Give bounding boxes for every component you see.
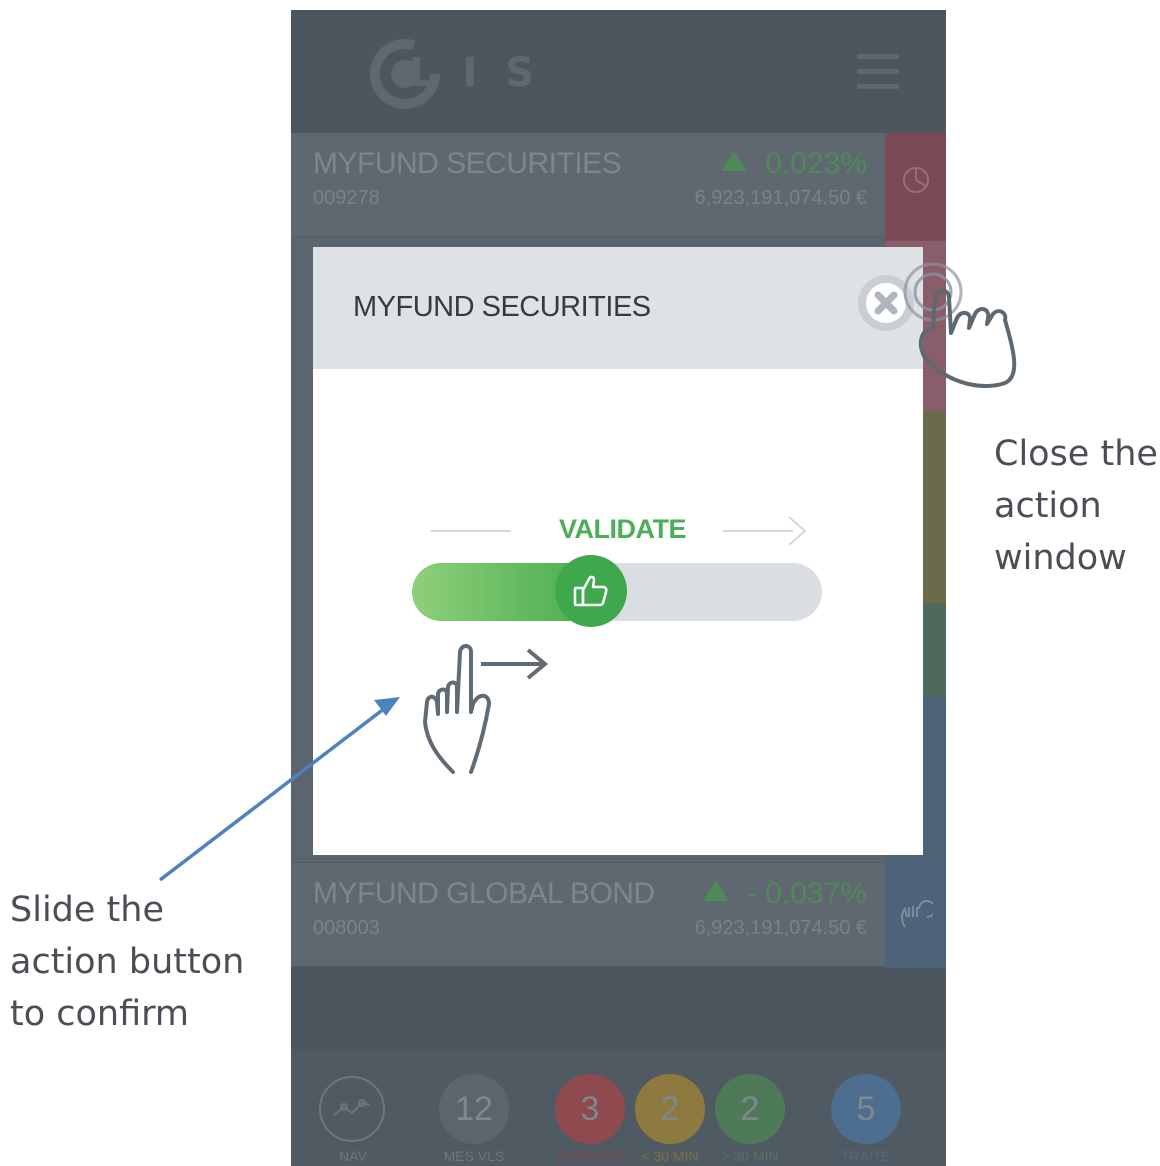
close-caption: Close the action window — [994, 434, 1158, 578]
slide-caption: Slide the action button to confirm — [10, 890, 245, 1034]
